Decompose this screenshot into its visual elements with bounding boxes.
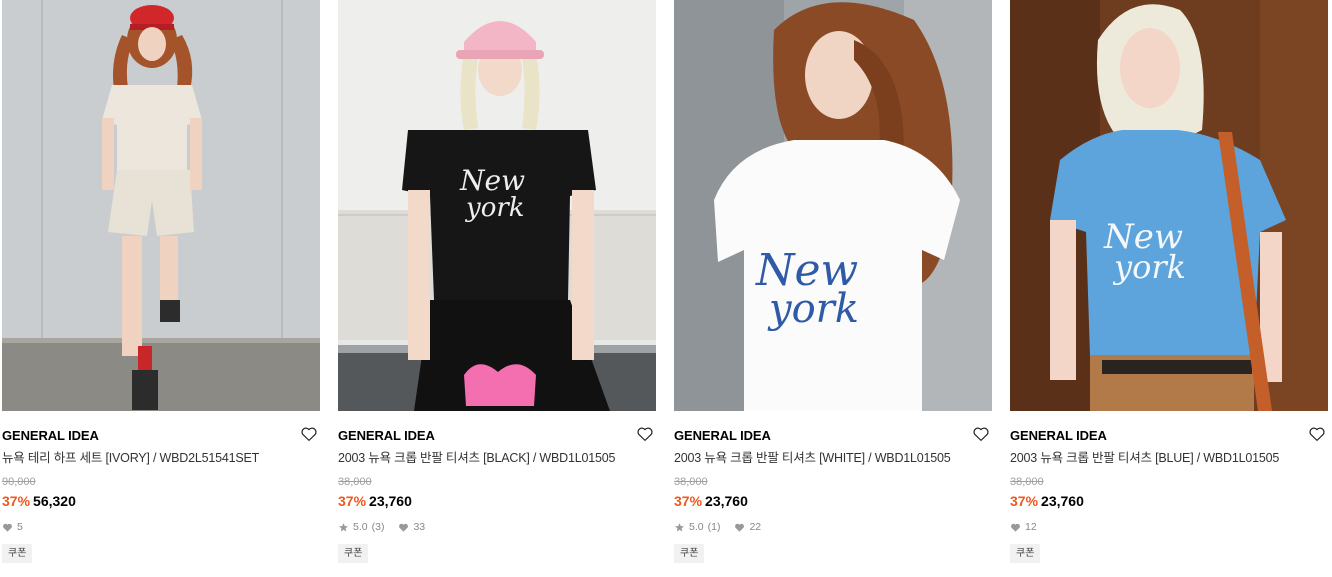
wishlist-heart-icon[interactable] xyxy=(972,425,990,443)
product-meta: 5.0 (1) 22 xyxy=(674,520,992,534)
rating-value: 5.0 xyxy=(353,521,368,533)
product-image[interactable]: New york xyxy=(1010,0,1328,411)
like-count: 33 xyxy=(413,521,426,533)
like-count: 5 xyxy=(17,521,23,533)
product-photo-white-tee: New york xyxy=(674,0,992,411)
original-price: 38,000 xyxy=(674,476,708,488)
product-grid: GENERAL IDEA 뉴욕 테리 하프 세트 [IVORY] / WBD2L… xyxy=(0,0,1332,577)
product-image[interactable]: New york xyxy=(338,0,656,411)
original-price: 38,000 xyxy=(1010,476,1044,488)
coupon-badge: 쿠폰 xyxy=(674,544,705,563)
discount-rate: 37% xyxy=(674,493,703,509)
discount-rate: 37% xyxy=(2,493,31,509)
brand-name[interactable]: GENERAL IDEA xyxy=(338,426,656,446)
sale-price: 56,320 xyxy=(33,493,76,509)
product-card[interactable]: New york GENERAL IDEA 2003 뉴욕 크롭 반팔 티셔츠 … xyxy=(674,0,992,563)
product-meta: 12 xyxy=(1010,520,1328,534)
like-count: 22 xyxy=(749,521,762,533)
product-meta: 5.0 (3) 33 xyxy=(338,520,656,534)
like-count: 12 xyxy=(1025,521,1037,533)
product-photo-black-tee: New york xyxy=(338,0,656,411)
original-price: 38,000 xyxy=(338,476,372,488)
svg-text:york: york xyxy=(1112,248,1186,286)
brand-name[interactable]: GENERAL IDEA xyxy=(1010,426,1328,446)
sale-price: 23,760 xyxy=(369,493,412,509)
price-row: 37% 23,760 xyxy=(674,492,992,510)
product-name[interactable]: 2003 뉴욕 크롭 반팔 티셔츠 [WHITE] / WBD1L01505 xyxy=(674,449,992,467)
like-heart-icon xyxy=(3,523,12,532)
rating-value: 5.0 xyxy=(689,521,704,533)
like-heart-icon xyxy=(399,523,409,532)
product-card[interactable]: GENERAL IDEA 뉴욕 테리 하프 세트 [IVORY] / WBD2L… xyxy=(2,0,320,563)
discount-rate: 37% xyxy=(1010,493,1039,509)
coupon-badge: 쿠폰 xyxy=(1010,544,1041,563)
star-icon xyxy=(675,522,684,532)
price-row: 37% 56,320 xyxy=(2,492,320,510)
product-photo-ivory-set xyxy=(2,0,320,411)
product-meta: 5 xyxy=(2,520,320,534)
review-count: (1) xyxy=(707,521,721,533)
like-heart-icon xyxy=(1011,523,1020,532)
product-name[interactable]: 뉴욕 테리 하프 세트 [IVORY] / WBD2L51541SET xyxy=(2,449,320,467)
wishlist-heart-icon[interactable] xyxy=(636,425,654,443)
svg-text:york: york xyxy=(767,286,859,332)
product-photo-blue-tee: New york xyxy=(1010,0,1328,411)
coupon-badge: 쿠폰 xyxy=(2,544,33,563)
sale-price: 23,760 xyxy=(1041,493,1084,509)
original-price: 90,000 xyxy=(2,476,36,488)
like-heart-icon xyxy=(735,523,745,532)
brand-name[interactable]: GENERAL IDEA xyxy=(2,426,320,446)
wishlist-heart-icon[interactable] xyxy=(300,425,318,443)
discount-rate: 37% xyxy=(338,493,367,509)
price-row: 37% 23,760 xyxy=(1010,492,1328,510)
svg-text:york: york xyxy=(465,193,525,223)
product-name[interactable]: 2003 뉴욕 크롭 반팔 티셔츠 [BLACK] / WBD1L01505 xyxy=(338,449,656,467)
price-row: 37% 23,760 xyxy=(338,492,656,510)
brand-name[interactable]: GENERAL IDEA xyxy=(674,426,992,446)
wishlist-heart-icon[interactable] xyxy=(1308,425,1326,443)
product-name[interactable]: 2003 뉴욕 크롭 반팔 티셔츠 [BLUE] / WBD1L01505 xyxy=(1010,449,1328,467)
sale-price: 23,760 xyxy=(705,493,748,509)
product-card[interactable]: New york GENERAL IDEA 2003 뉴욕 크롭 반팔 티셔츠 … xyxy=(1010,0,1328,563)
star-icon xyxy=(339,522,348,532)
product-image[interactable] xyxy=(2,0,320,411)
review-count: (3) xyxy=(371,521,385,533)
product-card[interactable]: New york GENERAL IDEA 2003 뉴욕 크롭 반팔 티셔츠 … xyxy=(338,0,656,563)
coupon-badge: 쿠폰 xyxy=(338,544,369,563)
product-image[interactable]: New york xyxy=(674,0,992,411)
